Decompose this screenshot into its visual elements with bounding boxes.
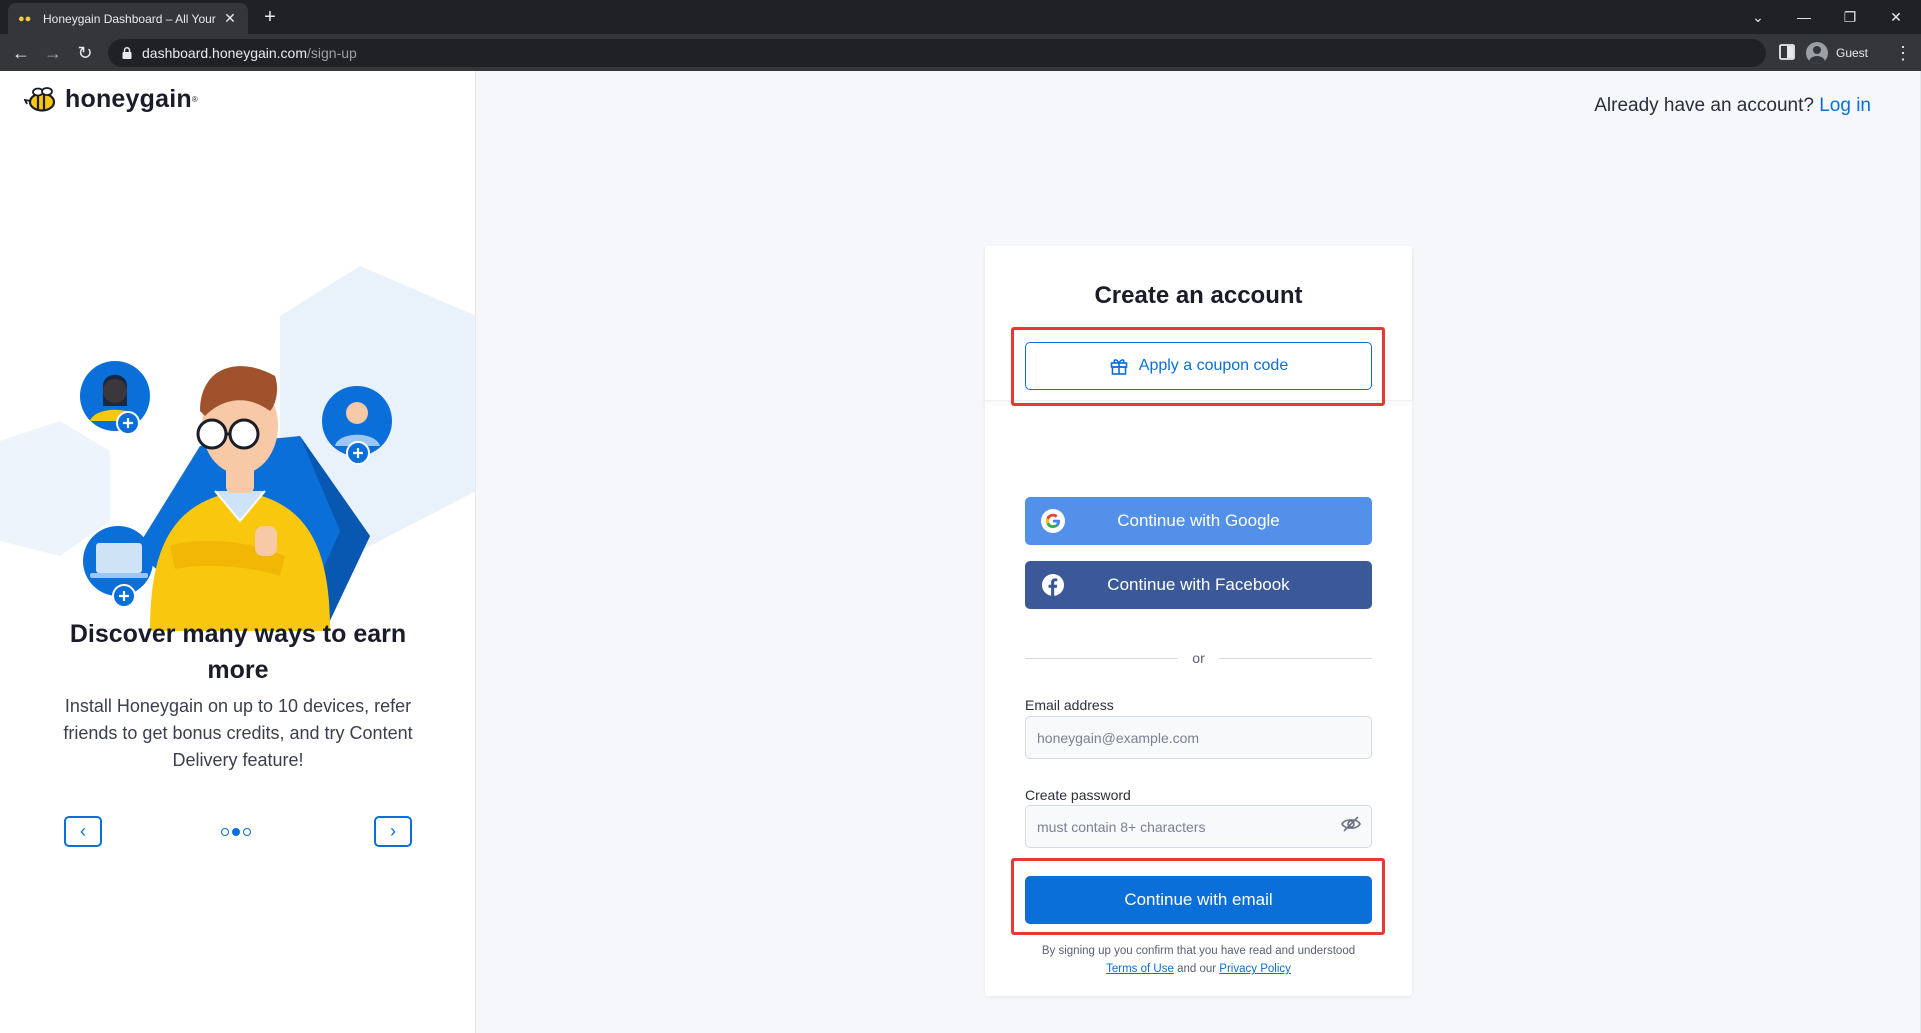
facebook-signin-button[interactable]: Continue with Facebook [1025,561,1372,609]
signup-card-header: Create an account Apply a coupon code [985,246,1412,406]
bee-logo-icon [24,86,56,112]
reload-button[interactable]: ↻ [72,40,98,66]
facebook-button-label: Continue with Facebook [1107,575,1290,594]
promo-title: Discover many ways to earn more [69,620,407,684]
minimize-button[interactable]: — [1786,5,1822,29]
carousel-dot-3[interactable] [243,828,251,836]
carousel-dots [221,828,251,836]
or-divider: or [1025,649,1373,667]
address-bar[interactable]: dashboard.honeygain.com/sign-up [108,39,1766,67]
apply-coupon-button[interactable]: Apply a coupon code [1025,342,1372,390]
password-label: Create password [1025,787,1131,803]
google-icon [1041,509,1065,533]
logo-text: honeygain [65,85,192,113]
card-title: Create an account [1094,282,1303,309]
profile-button[interactable]: Guest [1806,40,1868,66]
gift-icon [1110,359,1128,375]
tab-title: Honeygain Dashboard – All Your [43,11,216,26]
forward-button[interactable]: → [40,40,66,66]
google-signin-button[interactable]: Continue with Google [1025,497,1372,545]
divider-line-left [1025,657,1179,659]
side-panel-icon[interactable] [1778,43,1796,61]
google-button-label: Continue with Google [1117,511,1280,530]
promo-illustration [0,266,475,631]
facebook-icon [1042,574,1064,596]
honeygain-favicon-icon: ●● [18,12,32,25]
back-button[interactable]: ← [8,40,34,66]
divider-text: or [1192,650,1205,666]
continue-with-email-button[interactable]: Continue with email [1025,876,1372,924]
email-label: Email address [1025,697,1114,713]
carousel-dot-1[interactable] [221,828,229,836]
legal-and-text: and our [1177,963,1217,975]
carousel-prev-button[interactable]: ‹ [64,816,102,847]
carousel-next-button[interactable]: › [374,816,412,847]
restore-button[interactable]: ❐ [1832,5,1868,29]
browser-toolbar: ← → ↻ dashboard.honeygain.com/sign-up Gu… [0,34,1921,71]
browser-tab[interactable]: ●● Honeygain Dashboard – All Your ✕ [8,3,248,34]
close-window-button[interactable]: ✕ [1878,5,1914,29]
tab-close-icon[interactable]: ✕ [222,10,238,27]
logo-trademark: ® [191,95,198,104]
legal-text: By signing up you confirm that you have … [1041,945,1356,957]
browser-tabbar: ●● Honeygain Dashboard – All Your ✕ + ⌄ … [0,0,1921,34]
chevron-right-icon: › [390,821,396,841]
tab-search-dropdown-icon[interactable]: ⌄ [1740,5,1776,29]
privacy-policy-link[interactable]: Privacy Policy [1219,963,1291,975]
account-prompt-text: Already have an account? [1594,95,1814,116]
legal-notice: By signing up you confirm that you have … [985,942,1412,978]
divider-line-right [1218,657,1373,659]
email-field[interactable] [1025,716,1372,759]
email-button-label: Continue with email [1124,890,1273,909]
browser-menu-icon[interactable]: ⋮ [1894,40,1912,66]
promo-description: Install Honeygain on up to 10 devices, r… [63,696,413,770]
carousel-dot-2[interactable] [232,828,240,836]
new-tab-button[interactable]: + [258,6,282,30]
signup-card: Create an account Apply a coupon code Co… [985,246,1412,996]
url-path: /sign-up [307,45,357,61]
login-link[interactable]: Log in [1819,95,1871,116]
terms-of-use-link[interactable]: Terms of Use [1106,963,1174,975]
signup-page: honeygain ® Discover many ways to earn m… [0,71,1921,1033]
honeygain-logo[interactable]: honeygain ® [24,85,198,114]
login-prompt: Already have an account? Log in [1594,95,1871,117]
promo-panel: honeygain ® Discover many ways to earn m… [0,71,476,1033]
url-host: dashboard.honeygain.com [142,45,308,61]
lock-icon[interactable] [120,46,134,60]
password-field[interactable] [1025,805,1372,848]
eye-off-icon[interactable] [1340,813,1362,835]
chevron-left-icon: ‹ [80,821,86,841]
profile-label: Guest [1836,46,1869,60]
apply-coupon-label: Apply a coupon code [1138,357,1289,374]
guest-avatar-icon [1806,42,1828,64]
